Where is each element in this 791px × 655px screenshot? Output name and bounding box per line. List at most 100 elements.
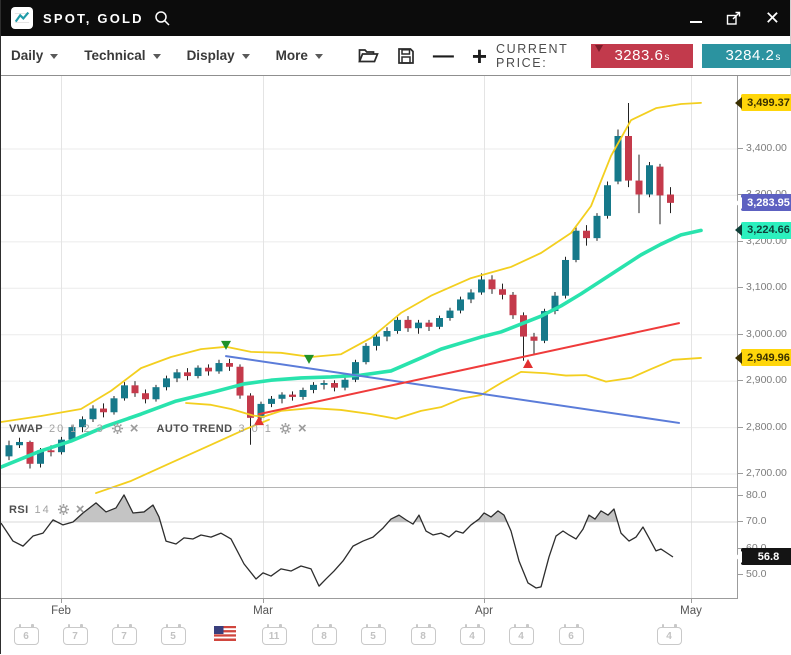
menu-display[interactable]: Display xyxy=(187,48,250,63)
price-tick-label: 70.0 xyxy=(738,515,766,527)
folder-open-icon[interactable] xyxy=(358,47,379,64)
candle-body xyxy=(111,398,118,412)
menu-daily[interactable]: Daily xyxy=(11,48,58,63)
candle-body xyxy=(625,136,632,181)
arrow-down-icon xyxy=(595,45,603,52)
candle-body xyxy=(16,442,23,445)
candle-body xyxy=(415,323,422,329)
candle-body xyxy=(174,372,181,378)
title-bar: SPOT, GOLD ✕ xyxy=(1,0,790,36)
candle-body xyxy=(90,409,97,420)
price-tick-label: 3,400.00 xyxy=(738,142,787,154)
popout-window-button[interactable] xyxy=(726,11,741,26)
chevron-down-icon xyxy=(153,54,161,59)
bid-price-badge[interactable]: 3283.6s xyxy=(591,44,693,68)
chart-plot[interactable] xyxy=(1,76,738,621)
candle-body xyxy=(195,368,202,376)
price-tick-label: 3,100.00 xyxy=(738,281,787,293)
calendar-day-icon[interactable]: 11 xyxy=(262,627,287,645)
candle-body xyxy=(405,320,412,328)
candle-body xyxy=(331,383,338,388)
candle-body xyxy=(636,181,643,195)
calendar-day-icon[interactable]: 4 xyxy=(657,627,682,645)
buy-triangle-icon xyxy=(523,359,533,368)
candle-body xyxy=(6,445,13,456)
calendar-day-icon[interactable]: 8 xyxy=(411,627,436,645)
candle-body xyxy=(153,387,160,399)
autotrend-remove-icon[interactable]: × xyxy=(298,423,307,435)
calendar-day-icon[interactable]: 8 xyxy=(312,627,337,645)
month-label: Apr xyxy=(462,605,506,617)
candle-body xyxy=(583,231,590,238)
price-axis: 3,400.003,300.003,200.003,100.003,000.00… xyxy=(738,76,791,621)
price-tick-label: 3,000.00 xyxy=(738,328,787,340)
autotrend-settings-gear-icon[interactable] xyxy=(279,422,292,435)
save-icon[interactable] xyxy=(397,47,415,65)
candle-body xyxy=(468,292,475,299)
rsi-label: RSI xyxy=(9,504,29,516)
month-label: Feb xyxy=(39,605,83,617)
sell-triangle-icon xyxy=(221,341,231,350)
candle-body xyxy=(594,216,601,238)
candle-body xyxy=(342,380,349,388)
chevron-down-icon xyxy=(242,54,250,59)
price-tick-label: 2,800.00 xyxy=(738,421,787,433)
candle-body xyxy=(163,378,170,387)
calendar-day-icon[interactable]: 7 xyxy=(63,627,88,645)
month-label: Mar xyxy=(241,605,285,617)
calendar-day-icon[interactable]: 6 xyxy=(14,627,39,645)
candle-body xyxy=(216,363,223,371)
vwap-params: 20 1 2 3 xyxy=(49,423,105,435)
candle-body xyxy=(268,399,275,404)
calendar-day-icon[interactable]: 5 xyxy=(161,627,186,645)
chevron-down-icon xyxy=(315,54,323,59)
candle-body xyxy=(373,337,380,346)
autotrend-support-line xyxy=(259,323,679,414)
rsi-settings-gear-icon[interactable] xyxy=(57,503,70,516)
app-window: SPOT, GOLD ✕ Daily Technical xyxy=(0,0,791,654)
candle-body xyxy=(426,323,433,327)
ask-price-badge[interactable]: 3284.2s xyxy=(702,44,791,68)
candle-body xyxy=(562,260,569,296)
window-title: SPOT, GOLD xyxy=(43,11,144,26)
vwap-label: VWAP xyxy=(9,423,43,435)
candle-body xyxy=(489,279,496,289)
candle-body xyxy=(457,299,464,310)
price-level-badge: 3,499.37 xyxy=(741,94,791,111)
autotrend-resistance-line xyxy=(226,356,679,423)
rsi-remove-icon[interactable]: × xyxy=(76,504,85,516)
vwap-remove-icon[interactable]: × xyxy=(130,423,139,435)
calendar-day-icon[interactable]: 7 xyxy=(112,627,137,645)
zoom-out-button[interactable]: — xyxy=(433,46,454,66)
menu-more[interactable]: More xyxy=(276,48,323,63)
chart-canvas[interactable]: 3,400.003,300.003,200.003,100.003,000.00… xyxy=(1,76,791,655)
candle-body xyxy=(279,395,286,399)
candle-body xyxy=(436,318,443,327)
menu-technical[interactable]: Technical xyxy=(84,48,160,63)
minimize-button[interactable] xyxy=(690,13,702,23)
price-level-badge: 3,283.95 xyxy=(741,194,791,211)
close-button[interactable]: ✕ xyxy=(765,9,780,27)
us-flag-icon[interactable] xyxy=(214,626,236,641)
candle-body xyxy=(142,393,149,399)
zoom-in-button[interactable]: + xyxy=(472,46,487,66)
price-level-badge: 2,949.96 xyxy=(741,349,791,366)
price-level-badge: 3,224.66 xyxy=(741,222,791,239)
calendar-day-icon[interactable]: 5 xyxy=(361,627,386,645)
candle-body xyxy=(499,289,506,295)
vwap-settings-gear-icon[interactable] xyxy=(111,422,124,435)
candle-body xyxy=(289,395,296,397)
chevron-down-icon xyxy=(50,54,58,59)
candle-body xyxy=(226,363,233,367)
calendar-day-icon[interactable]: 4 xyxy=(509,627,534,645)
candle-body xyxy=(394,320,401,331)
app-logo-icon xyxy=(11,7,33,29)
candle-body xyxy=(363,346,370,362)
price-tick-label: 80.0 xyxy=(738,489,766,501)
calendar-day-icon[interactable]: 4 xyxy=(460,627,485,645)
calendar-day-icon[interactable]: 6 xyxy=(559,627,584,645)
autotrend-label: AUTO TREND xyxy=(157,423,233,435)
candle-body xyxy=(667,195,674,203)
candle-body xyxy=(510,295,517,315)
search-icon[interactable] xyxy=(154,10,171,27)
